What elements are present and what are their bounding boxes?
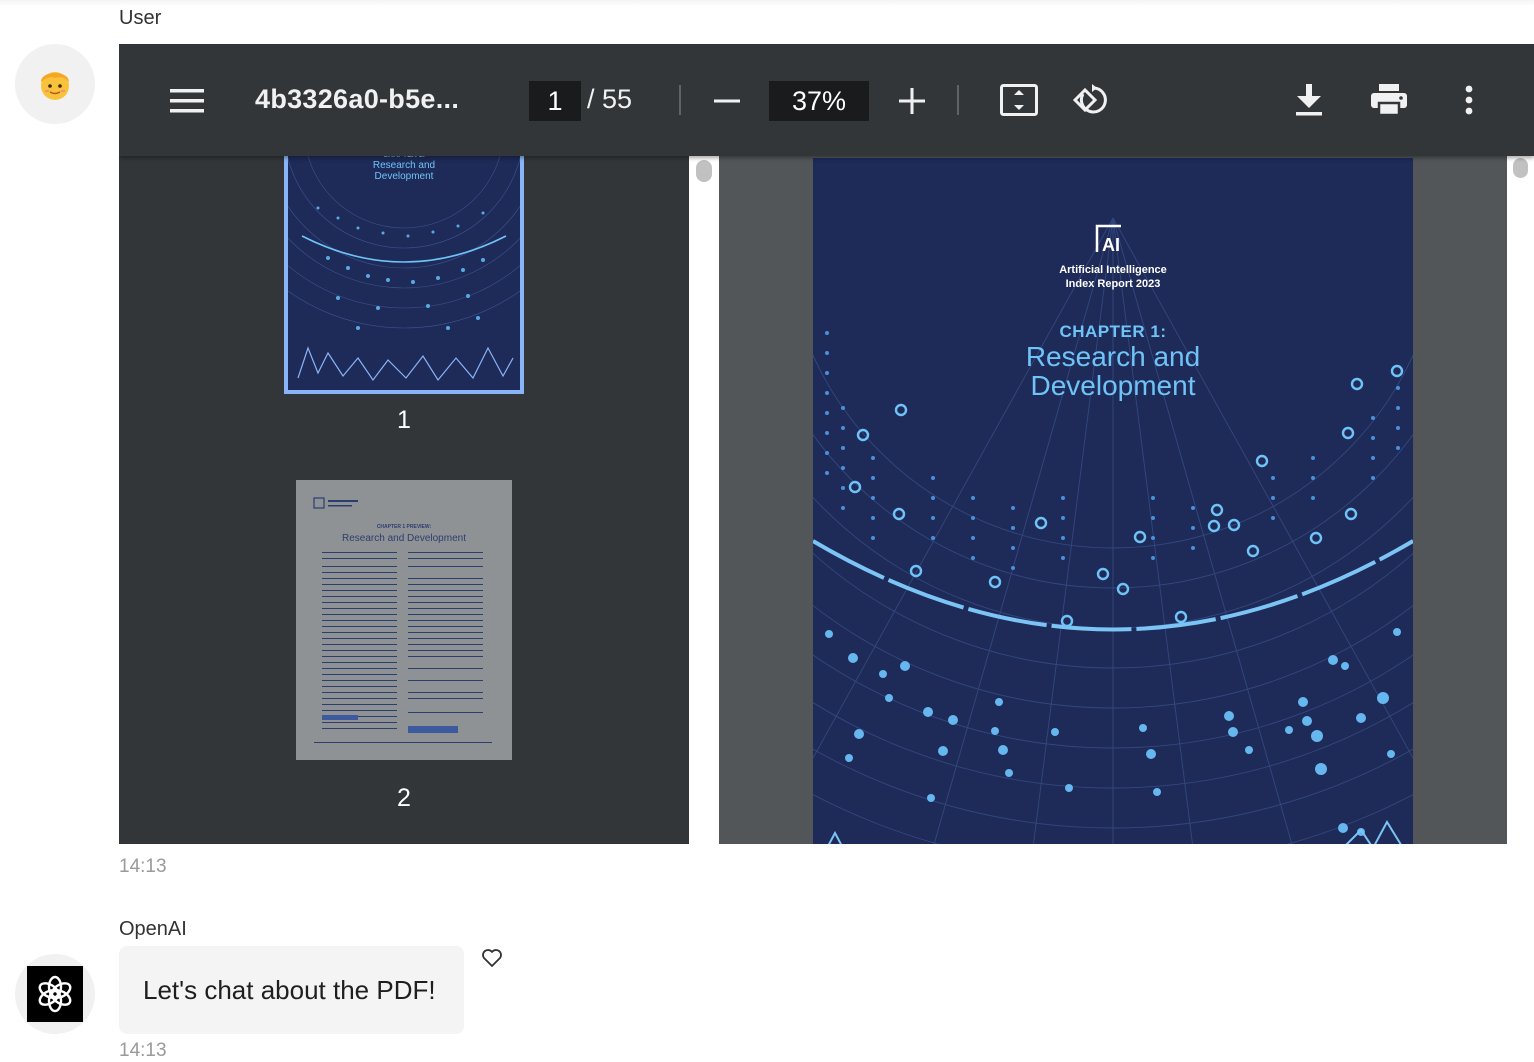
toolbar-divider [679, 85, 681, 115]
print-icon [1371, 84, 1407, 116]
logo-text: AI [1102, 235, 1120, 254]
zoom-level-input[interactable]: 37% [769, 81, 869, 121]
menu-icon [170, 89, 204, 113]
sidebar-scrollbar[interactable] [689, 156, 719, 844]
thumbnail-number: 1 [397, 406, 411, 434]
main-scrollbar[interactable] [1507, 156, 1534, 844]
thumbnail-sidebar[interactable]: CHAPTER 1: Research and Development 1 [119, 144, 689, 844]
zoom-out-button[interactable] [707, 81, 747, 121]
bot-message-bubble: Let's chat about the PDF! [119, 946, 464, 1034]
download-icon [1296, 84, 1322, 116]
sidebar-scrollbar-thumb[interactable] [696, 160, 712, 182]
ai-index-logo: AI [1095, 224, 1131, 259]
toc-preview-title: Research and Development [342, 533, 466, 544]
bot-message-text: Let's chat about the PDF! [143, 974, 436, 1005]
bot-avatar [15, 954, 95, 1034]
print-button[interactable] [1369, 80, 1409, 120]
toolbar-divider [957, 85, 959, 115]
pdf-viewer[interactable]: 4b3326a0-b5e... 1 / 55 37% Research and … [119, 44, 1534, 844]
zoom-in-button[interactable] [892, 81, 932, 121]
thumbnail-page-1[interactable]: CHAPTER 1: Research and Development [284, 144, 524, 394]
heart-icon [482, 949, 502, 967]
user-message-time: 14:13 [119, 856, 167, 877]
thumbnail-cover: CHAPTER 1: Research and Development [288, 148, 520, 390]
chapter-label: CHAPTER 1: [1059, 322, 1167, 341]
menu-button[interactable] [167, 81, 207, 121]
rotate-icon [1072, 84, 1107, 114]
openai-logo-box [27, 966, 83, 1022]
toc-preview-label: CHAPTER 1 PREVIEW: [376, 524, 432, 530]
cover-art [813, 217, 1413, 844]
download-button[interactable] [1289, 80, 1329, 120]
fit-page-icon [1000, 84, 1038, 116]
thumbnail-title-line2: Development [374, 171, 434, 182]
ai-logo-icon: AI [1095, 224, 1121, 255]
person-emoji-icon [41, 72, 69, 100]
bot-message-time: 14:13 [119, 1040, 167, 1061]
fit-page-button[interactable] [997, 80, 1041, 120]
page-count: / 55 [587, 84, 633, 114]
thumbnail-title-line1: Research and [372, 160, 436, 171]
pdf-toolbar: 4b3326a0-b5e... 1 / 55 37% [119, 44, 1534, 156]
rotate-button[interactable] [1069, 80, 1113, 120]
pdf-page: AI Artificial Intelligence Index Report … [813, 158, 1413, 844]
main-scrollbar-thumb[interactable] [1513, 158, 1528, 178]
chapter-title-line1: Research and [1025, 341, 1201, 372]
toc-page-preview [313, 497, 492, 743]
report-name: Artificial Intelligence [1059, 264, 1167, 276]
more-options-button[interactable] [1449, 80, 1489, 120]
user-avatar [15, 44, 95, 124]
report-year: Index Report 2023 [1065, 278, 1161, 290]
page-number-input[interactable]: 1 [529, 81, 581, 121]
chapter-title-line2: Development [1030, 370, 1196, 401]
openai-logo-icon [38, 975, 72, 1013]
thumbnail-number: 2 [397, 784, 411, 812]
cover-art-thumbnail [288, 148, 520, 382]
chapter-title: Research and Development [813, 342, 1413, 400]
thumbnail-page-2[interactable]: CHAPTER 1 PREVIEW: Research and Developm… [296, 480, 512, 760]
zoom-in-icon [899, 88, 925, 114]
bot-sender-name: OpenAI [119, 918, 187, 940]
pdf-filename: 4b3326a0-b5e... [255, 84, 460, 114]
thumbnail-title: Research and Development [288, 160, 520, 182]
like-button[interactable] [480, 946, 504, 970]
more-options-icon [1465, 85, 1473, 115]
user-sender-name: User [119, 7, 162, 29]
top-edge [0, 0, 1534, 6]
zoom-out-icon [714, 99, 740, 103]
